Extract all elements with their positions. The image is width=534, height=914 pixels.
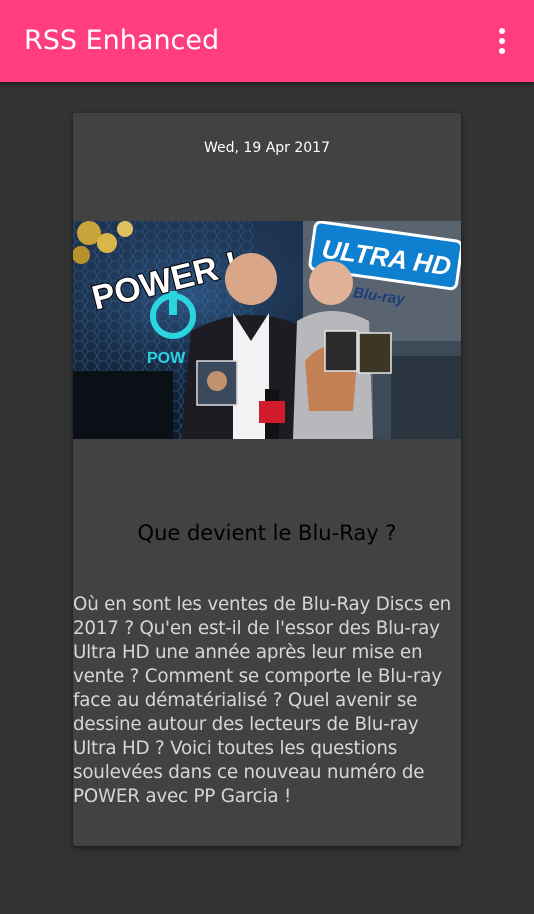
feed-item-thumbnail[interactable]: POW POWER ! ULTRA HD Blu-ray xyxy=(73,221,461,439)
overflow-menu-button[interactable] xyxy=(484,23,520,59)
app-title: RSS Enhanced xyxy=(24,25,220,56)
feed-item-date: Wed, 19 Apr 2017 xyxy=(204,140,330,156)
feed-item-title[interactable]: Que devient le Blu-Ray ? xyxy=(73,519,461,547)
feed-item-card[interactable]: Wed, 19 Apr 2017 POW POWER ! ULTRA HD Bl… xyxy=(73,113,461,846)
feed-list[interactable]: Wed, 19 Apr 2017 POW POWER ! ULTRA HD Bl… xyxy=(0,82,534,914)
feed-item-description: Où en sont les ventes de Blu-Ray Discs e… xyxy=(73,594,452,807)
app-bar: RSS Enhanced xyxy=(0,0,534,82)
image-logo-text: POW xyxy=(147,350,186,367)
